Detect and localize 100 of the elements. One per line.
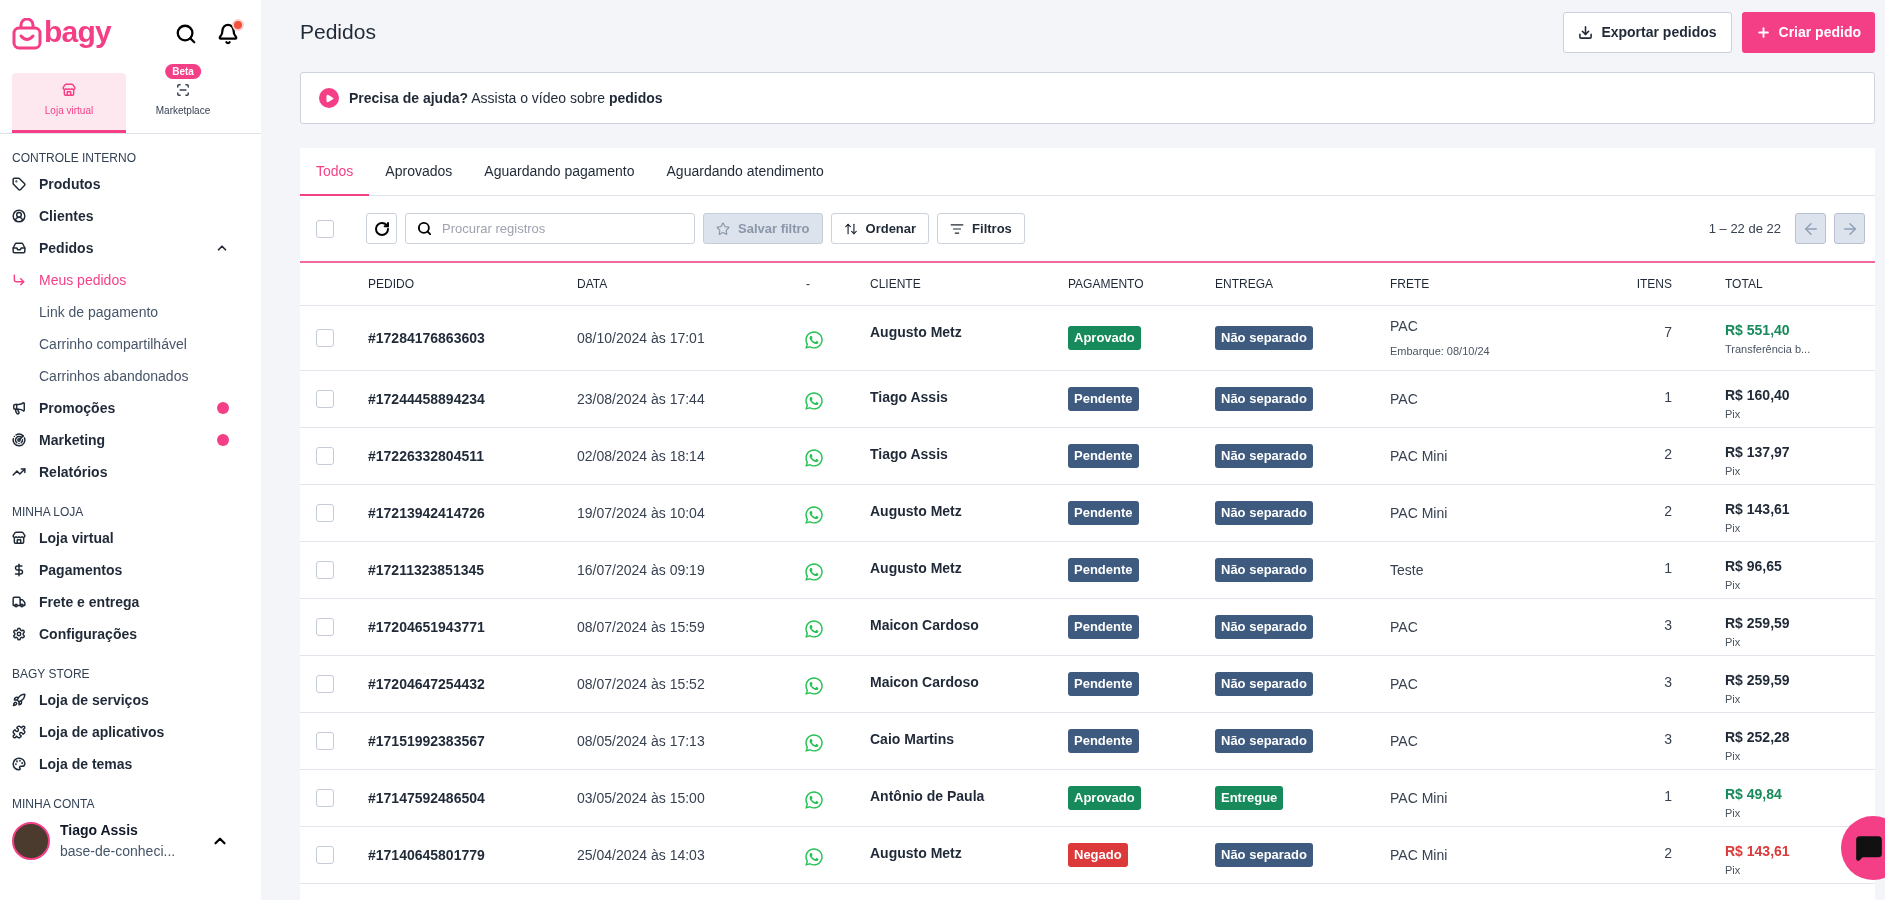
order-total: R$ 49,84 [1725,785,1782,804]
item-count: 1 [1663,787,1673,806]
column-header: ITENS [1635,276,1673,293]
payment-method: Pix [1725,806,1741,821]
order-number[interactable]: #17204647254432 [368,673,577,695]
column-header: ENTREGA [1215,276,1274,293]
payment-method: Pix [1725,692,1741,707]
bell-icon[interactable] [217,23,239,45]
nav-subitem[interactable]: Meus pedidos [12,264,249,296]
whatsapp-icon[interactable] [804,676,824,696]
order-total: R$ 252,28 [1725,728,1790,747]
payment-status: Pendente [1068,387,1139,411]
client-name: Caio Martins [870,730,955,749]
delivery-status: Não separado [1215,615,1313,639]
nav-item[interactable]: Loja virtual [12,522,249,554]
order-number[interactable]: #17244458894234 [368,388,577,410]
whatsapp-icon[interactable] [804,448,824,468]
filters-button[interactable]: Filtros [937,213,1025,244]
whatsapp-icon[interactable] [804,619,824,639]
client-name: Antônio de Paula [870,787,986,806]
filter-tab[interactable]: Todos [300,148,370,196]
search-field[interactable]: Procurar registros [405,213,695,244]
nav-item[interactable]: Marketing [12,424,249,456]
payment-status: Pendente [1068,558,1139,582]
nav-item[interactable]: Configurações [12,618,249,650]
checkbox[interactable] [316,561,334,579]
nav-item[interactable]: Pedidos [12,232,249,264]
chat-icon [1855,834,1883,862]
payment-method: Pix [1725,635,1741,650]
payment-method: Transferência b... [1725,342,1811,357]
whatsapp-icon[interactable] [804,790,824,810]
shipping-method: PAC [1390,731,1419,751]
payment-status: Pendente [1068,501,1139,525]
nav-item[interactable]: Loja de serviços [12,684,249,716]
nav-item[interactable]: Pagamentos [12,554,249,586]
order-number[interactable]: #17147592486504 [368,787,577,809]
checkbox[interactable] [316,219,334,238]
item-count: 3 [1663,730,1673,749]
checkbox[interactable] [316,390,334,408]
column-header: DATA [577,276,609,293]
nav-item[interactable]: Clientes [12,200,249,232]
order-number[interactable]: #17140645801779 [368,844,577,866]
column-header: - [805,276,811,293]
export-button[interactable]: Exportar pedidos [1563,11,1732,53]
search-icon[interactable] [175,23,197,45]
checkbox[interactable] [316,846,334,864]
filter-tab[interactable]: Aguardando atendimento [650,148,840,196]
nav-item[interactable]: Produtos [12,168,249,200]
search-icon [417,221,432,236]
whatsapp-icon[interactable] [804,505,824,525]
order-number[interactable]: #17213942414726 [368,502,577,524]
delivery-status: Não separado [1215,387,1313,411]
checkbox[interactable] [316,618,334,636]
item-count: 2 [1663,502,1673,521]
filter-tab[interactable]: Aprovados [369,148,469,196]
whatsapp-icon[interactable] [804,847,824,867]
nav-item[interactable]: Promoções [12,392,249,424]
order-number[interactable]: #17211323851345 [368,559,577,581]
checkbox[interactable] [316,675,334,693]
payment-method: Pix [1725,749,1741,764]
payment-method: Pix [1725,407,1741,422]
order-date: 03/05/2024 às 15:00 [577,788,706,808]
shipping-method: PAC [1390,317,1419,337]
whatsapp-icon[interactable] [804,562,824,582]
create-order-button[interactable]: Criar pedido [1741,11,1875,53]
checkbox[interactable] [316,504,334,522]
checkbox[interactable] [316,447,334,465]
checkbox[interactable] [316,329,334,347]
nav-subitem[interactable]: Carrinho compartilhável [12,328,249,360]
shipping-method: PAC [1390,617,1419,637]
client-name: Augusto Metz [870,559,963,578]
refresh-button[interactable] [366,213,397,244]
nav-subitem[interactable]: Link de pagamento [12,296,249,328]
nav-item[interactable]: Loja de temas [12,748,249,780]
whatsapp-icon[interactable] [804,391,824,411]
order-number[interactable]: #17284176863603 [368,327,577,349]
logo-wordmark[interactable]: bagy [44,17,112,47]
order-number[interactable]: #17151992383567 [368,730,577,752]
column-header: FRETE [1390,276,1431,293]
inbox-icon [12,241,26,255]
sort-button[interactable]: Ordenar [830,213,930,244]
column-header: PAGAMENTO [1068,276,1145,293]
whatsapp-icon[interactable] [804,733,824,753]
filter-tab[interactable]: Aguardando pagamento [468,148,651,196]
nav-item[interactable]: Loja de aplicativos [12,716,249,748]
checkbox[interactable] [316,732,334,750]
order-number[interactable]: #17226332804511 [368,445,577,467]
dollar-icon [12,563,26,577]
nav-subitem[interactable]: Carrinhos abandonados [12,360,249,392]
order-date: 16/07/2024 às 09:19 [577,560,706,580]
scan-icon [176,83,190,97]
nav-item[interactable]: Frete e entrega [12,586,249,618]
nav-item[interactable]: Relatórios [12,456,249,488]
order-number[interactable]: #17204651943771 [368,616,577,638]
whatsapp-icon[interactable] [804,330,824,350]
shipping-method: PAC Mini [1390,446,1449,466]
delivery-status: Não separado [1215,326,1313,350]
checkbox[interactable] [316,789,334,807]
play-icon[interactable] [319,88,339,108]
sort-icon [843,221,858,236]
